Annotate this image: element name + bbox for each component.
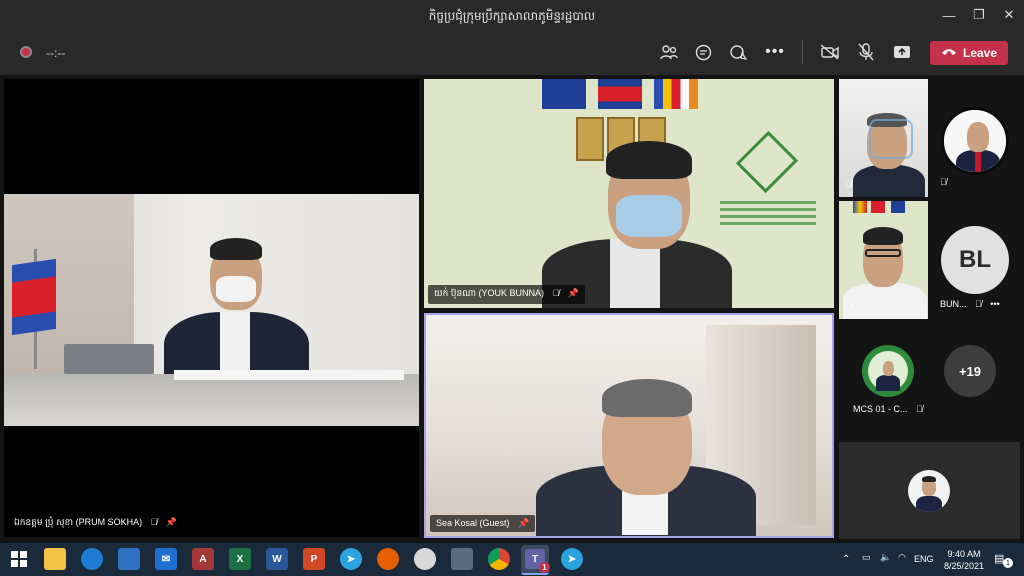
meeting-toolbar: --:-- ••• Leave — [0, 30, 1024, 75]
notification-badge: 1 — [1003, 558, 1013, 568]
pin-icon: 📌 — [567, 288, 580, 298]
school-name-text — [720, 201, 816, 227]
participant-name-label: យក់ ប៊ុនណា (YOUK BUNNA) 🎙̸ 📌 — [428, 285, 586, 304]
maximize-button[interactable]: ❐ — [962, 0, 996, 30]
word-icon[interactable]: W — [266, 548, 288, 570]
phone-icon — [941, 46, 957, 60]
teams-badge: 1 — [539, 562, 550, 573]
recording-icon — [20, 46, 32, 58]
buddhist-flag — [654, 79, 698, 109]
clock-time: 9:40 AM — [947, 549, 981, 559]
more-options-icon[interactable]: ••• — [762, 40, 788, 64]
mic-off-icon: 🎙̸ — [940, 177, 947, 187]
royal-portrait — [576, 117, 604, 161]
desk — [4, 374, 419, 426]
self-avatar — [908, 470, 950, 512]
firefox-icon[interactable] — [377, 548, 399, 570]
cambodian-flag — [598, 79, 642, 109]
wifi-icon[interactable]: ◠ — [898, 552, 906, 563]
file-explorer-icon[interactable] — [44, 548, 66, 570]
participant-name-label: MCS 01 - C... 🎙̸ — [853, 404, 923, 414]
mic-off-icon[interactable] — [853, 40, 879, 64]
language-indicator[interactable]: ENG — [914, 554, 934, 564]
avatar-mcs[interactable] — [862, 345, 914, 397]
chat-icon[interactable] — [690, 40, 716, 64]
title-bar: កិច្ចប្រជុំក្រុមប្រឹក្សាសាលាភូមិន្ទរដ្ឋប… — [0, 0, 1024, 30]
teams-icon: T 1 — [525, 549, 550, 573]
school-logo — [735, 130, 799, 194]
chrome-icon[interactable] — [488, 548, 510, 570]
camera-off-icon[interactable] — [817, 40, 843, 64]
window-title: កិច្ចប្រជុំក្រុមប្រឹក្សាសាលាភូមិន្ទរដ្ឋប… — [428, 9, 596, 23]
emblem-flag — [542, 79, 586, 109]
video-tile-prum-sokha[interactable]: ឯកឧត្តម ប្រុំ សុខា (PRUM SOKHA) 🎙̸ 📌 — [4, 79, 419, 537]
emblem-flag — [891, 201, 905, 213]
store-icon[interactable] — [118, 548, 140, 570]
access-icon[interactable]: A — [192, 548, 214, 570]
windows-start-icon[interactable] — [8, 548, 30, 570]
participant-name: BUN... — [940, 299, 967, 309]
face-shield — [869, 119, 913, 159]
glasses — [865, 249, 901, 257]
share-screen-icon[interactable] — [889, 40, 915, 64]
buddhist-flag — [853, 201, 867, 213]
leave-label: Leave — [962, 46, 998, 60]
avatar-bun[interactable]: BL — [941, 226, 1009, 294]
participant-name-label: BUN... 🎙̸ ••• — [940, 299, 1000, 309]
participant-name: Sea Kosal (Guest) — [436, 518, 510, 528]
video-tile-youk-bunna[interactable]: យក់ ប៊ុនណា (YOUK BUNNA) 🎙̸ 📌 — [424, 79, 834, 308]
video-feed — [4, 194, 419, 426]
participant-name-label: Sea Kosal (Guest) 📌 — [430, 515, 536, 532]
meeting-timer: --:-- — [46, 46, 66, 60]
app-icon[interactable] — [414, 548, 436, 570]
telegram-icon[interactable]: ➤ — [340, 548, 362, 570]
close-window-button[interactable]: ✕ — [992, 0, 1024, 30]
participant-name: MCS 01 - C... — [853, 404, 908, 414]
video-tile-participant-2[interactable]: 🎙̸ — [839, 201, 928, 319]
participant-name-label: ឯកឧត្តម ប្រុំ សុខា (PRUM SOKHA) 🎙̸ 📌 — [8, 514, 184, 533]
teams-taskbar-button[interactable]: T 1 — [521, 545, 550, 575]
windows-taskbar: ✉ A X W P ➤ T 1 ➤ ⌃ ▭ 🔈 ◠ ENG 9:40 AM 8/… — [0, 543, 1024, 576]
mic-off-icon: 🎙̸ — [845, 179, 852, 189]
edge-icon[interactable] — [81, 548, 103, 570]
mic-off-icon: 🎙̸ — [552, 288, 560, 298]
participant-name: យក់ ប៊ុនណា (YOUK BUNNA) — [434, 288, 545, 298]
mail-icon[interactable]: ✉ — [155, 548, 177, 570]
telegram-2-icon[interactable]: ➤ — [561, 548, 583, 570]
avatar-participant-3[interactable] — [941, 107, 1009, 175]
tray-chevron-icon[interactable]: ⌃ — [842, 554, 850, 565]
more-options-icon[interactable]: ••• — [990, 299, 999, 309]
excel-icon[interactable]: X — [229, 548, 251, 570]
reactions-icon[interactable] — [726, 40, 752, 64]
leave-button[interactable]: Leave — [930, 41, 1008, 65]
monitor — [64, 344, 154, 374]
cambodian-flag — [12, 258, 56, 336]
overflow-participants-button[interactable]: +19 — [944, 345, 996, 397]
network-icon[interactable]: ▭ — [862, 552, 871, 563]
clock-date: 8/25/2021 — [944, 561, 985, 571]
pin-icon: 📌 — [518, 518, 530, 528]
clock[interactable]: 9:40 AM 8/25/2021 — [944, 548, 984, 572]
notification-icon[interactable]: ▤ 1 — [994, 552, 1013, 568]
minimize-button[interactable]: — — [932, 0, 966, 30]
participants-icon[interactable] — [656, 40, 682, 64]
camera-icon[interactable] — [451, 548, 473, 570]
mic-off-icon: 🎙̸ — [150, 517, 158, 527]
papers — [174, 370, 404, 380]
participant-name: ឯកឧត្តម ប្រុំ សុខា (PRUM SOKHA) — [14, 517, 143, 527]
video-stage: ឯកឧត្តម ប្រុំ សុខា (PRUM SOKHA) 🎙̸ 📌 យក់… — [0, 75, 1024, 543]
mic-off-icon: 🎙̸ — [975, 299, 982, 309]
volume-icon[interactable]: 🔈 — [880, 552, 891, 563]
self-view[interactable] — [839, 442, 1020, 539]
video-tile-sea-kosal[interactable]: Sea Kosal (Guest) 📌 — [424, 313, 834, 538]
toolbar-divider — [802, 40, 803, 64]
mic-off-icon: 🎙̸ — [845, 301, 852, 311]
cambodian-flag — [871, 201, 885, 213]
powerpoint-icon[interactable]: P — [303, 548, 325, 570]
mic-off-icon: 🎙̸ — [916, 404, 923, 414]
video-tile-participant-1[interactable]: 🎙̸ — [839, 79, 928, 197]
pin-icon: 📌 — [165, 517, 178, 527]
